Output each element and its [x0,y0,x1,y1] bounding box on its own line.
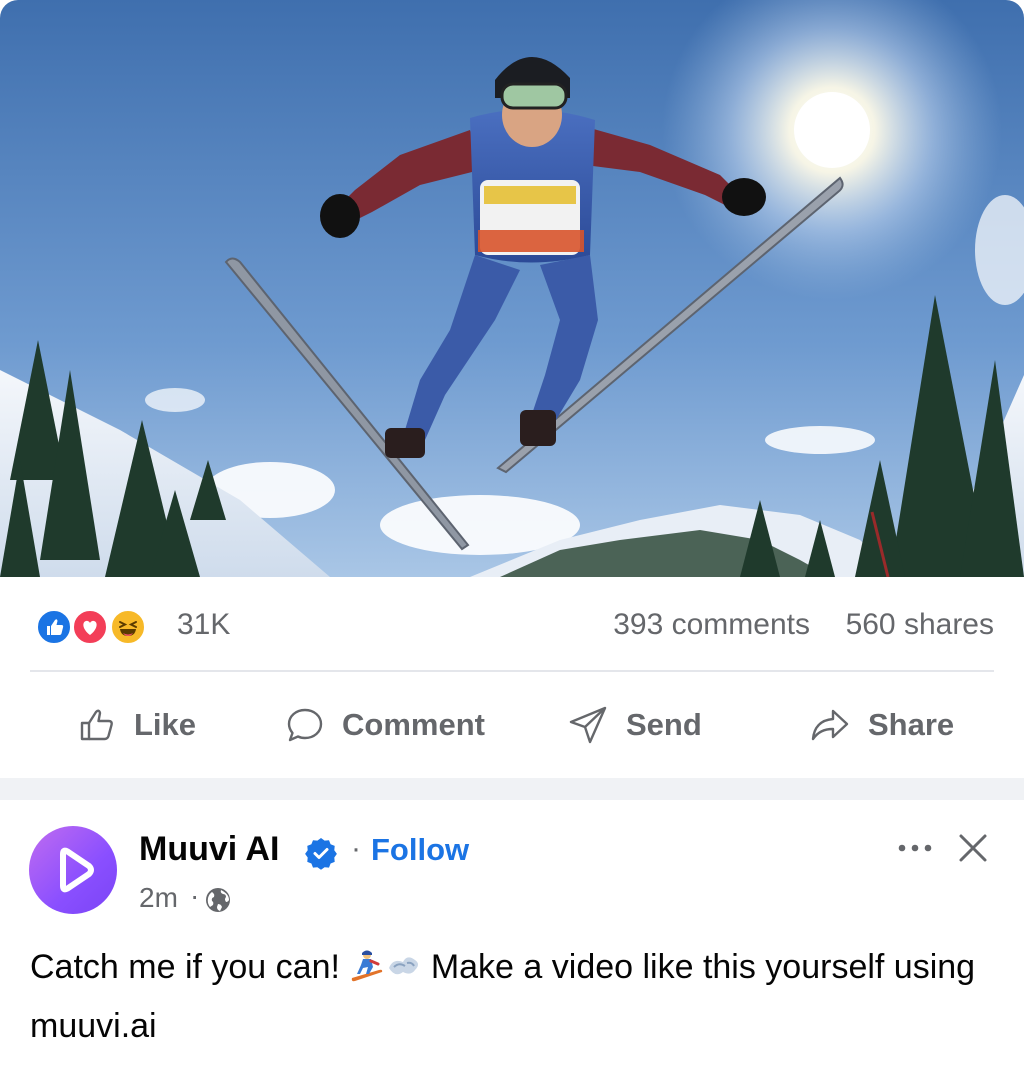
like-button[interactable]: Like [78,672,196,778]
more-options-button[interactable] [893,830,939,866]
comment-label: Comment [342,707,485,742]
avatar[interactable] [29,826,117,914]
next-post: Muuvi AI · Follow 2m · Catch me if you c… [0,800,1024,1071]
globe-icon [206,888,230,912]
follow-separator: · [351,832,361,865]
dash-emoji-icon [385,947,421,1000]
verified-badge-icon [305,838,337,870]
snowboarder-emoji-icon [349,947,385,1000]
post-text: Catch me if you can! Make a video like t… [30,941,1000,1053]
post-time[interactable]: 2m [139,882,178,914]
post-stats: 31K 393 comments 560 shares [0,577,1024,671]
post-image[interactable] [0,0,1024,577]
post-text-start: Catch me if you can! [30,948,350,986]
comment-button[interactable]: Comment [286,672,485,778]
follow-button[interactable]: Follow [371,832,469,868]
ski-jumper-photo [0,0,1024,577]
shares-count[interactable]: 560 shares [846,608,994,642]
share-button[interactable]: Share [810,672,954,778]
love-reaction-icon [72,609,108,645]
send-label: Send [626,707,702,742]
share-label: Share [868,707,955,742]
haha-reaction-icon [110,609,146,645]
close-post-button[interactable] [955,830,991,866]
close-icon [959,834,987,862]
action-bar: Like Comment Send Share [0,672,1024,778]
share-arrow-icon [811,709,849,741]
author-name[interactable]: Muuvi AI [139,830,279,869]
like-reaction-icon [36,609,72,645]
send-icon [569,706,607,744]
thumbs-up-icon [80,709,113,741]
time-separator: · [190,880,200,911]
comments-count[interactable]: 393 comments [613,608,810,642]
more-dots-icon [898,844,932,852]
play-logo-icon [60,847,94,893]
reaction-count[interactable]: 31K [177,608,230,642]
feed-card: 31K 393 comments 560 shares Like Comment… [0,0,1024,1071]
comment-bubble-icon [287,708,323,742]
feed-separator [0,778,1024,800]
send-button[interactable]: Send [568,672,702,778]
like-label: Like [134,707,197,742]
